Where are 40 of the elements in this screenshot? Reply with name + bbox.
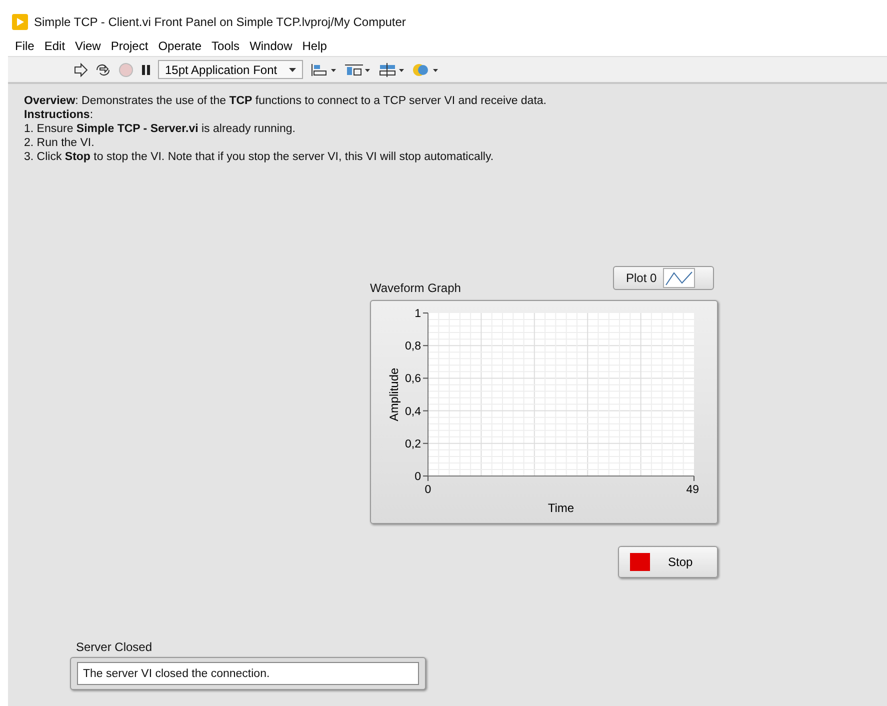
- menu-item[interactable]: Project: [106, 39, 154, 53]
- plot-legend[interactable]: Plot 0: [613, 266, 714, 290]
- resize-objects-icon[interactable]: [377, 62, 406, 78]
- x-tick-label: 49: [686, 484, 699, 496]
- y-tick-label: 0: [414, 471, 421, 483]
- x-axis-title: Time: [548, 501, 574, 515]
- string-indicator: The server VI closed the connection.: [77, 662, 419, 685]
- menu-item[interactable]: File: [10, 39, 40, 53]
- y-tick-label: 0,2: [405, 438, 421, 450]
- y-tick-label: 0,8: [405, 340, 421, 353]
- stop-button[interactable]: Stop: [618, 546, 718, 578]
- font-dropdown[interactable]: 15pt Application Font: [158, 60, 304, 79]
- y-axis-title: Amplitude: [387, 368, 401, 422]
- stop-square-icon: [630, 553, 650, 571]
- y-tick-label: 0,6: [405, 373, 421, 386]
- y-tick-label: 1: [414, 308, 421, 320]
- menu-item[interactable]: Edit: [39, 39, 70, 53]
- x-tick-label: 0: [424, 484, 432, 496]
- menu-item[interactable]: Operate: [153, 39, 207, 53]
- menu-item[interactable]: Window: [244, 39, 298, 53]
- description-text: 3. Click Stop to stop the VI. Note that if you stop the server VI, this VI will stop automatically.: [24, 150, 495, 164]
- description-text: Instructions:: [24, 108, 94, 122]
- distribute-objects-icon[interactable]: [343, 62, 372, 78]
- indicator-label: Server Closed: [76, 640, 152, 654]
- menu-item[interactable]: Tools: [206, 39, 245, 53]
- line-plot-icon: [662, 268, 695, 288]
- menu-item[interactable]: Help: [297, 39, 332, 53]
- run-continuously-icon[interactable]: [94, 62, 112, 78]
- align-objects-icon[interactable]: [309, 62, 338, 78]
- description-text: 1. Ensure Simple TCP - Server.vi is already running.: [24, 122, 296, 136]
- caret-icon: [289, 68, 296, 72]
- reorder-icon[interactable]: [411, 62, 440, 78]
- description-text: Overview: Demonstrates the use of the TCP functions to connect to a TCP server VI and receive data.: [24, 94, 546, 108]
- y-tick-label: 0,4: [405, 406, 421, 418]
- description-text: 2. Run the VI.: [24, 136, 96, 150]
- graph-label: Waveform Graph: [370, 281, 461, 295]
- menu-item[interactable]: View: [70, 39, 106, 53]
- run-arrow-icon[interactable]: [72, 62, 88, 78]
- app-icon: [12, 14, 28, 30]
- window-title: Simple TCP - Client.vi Front Panel on Simple TCP.lvproj/My Computer: [34, 15, 406, 29]
